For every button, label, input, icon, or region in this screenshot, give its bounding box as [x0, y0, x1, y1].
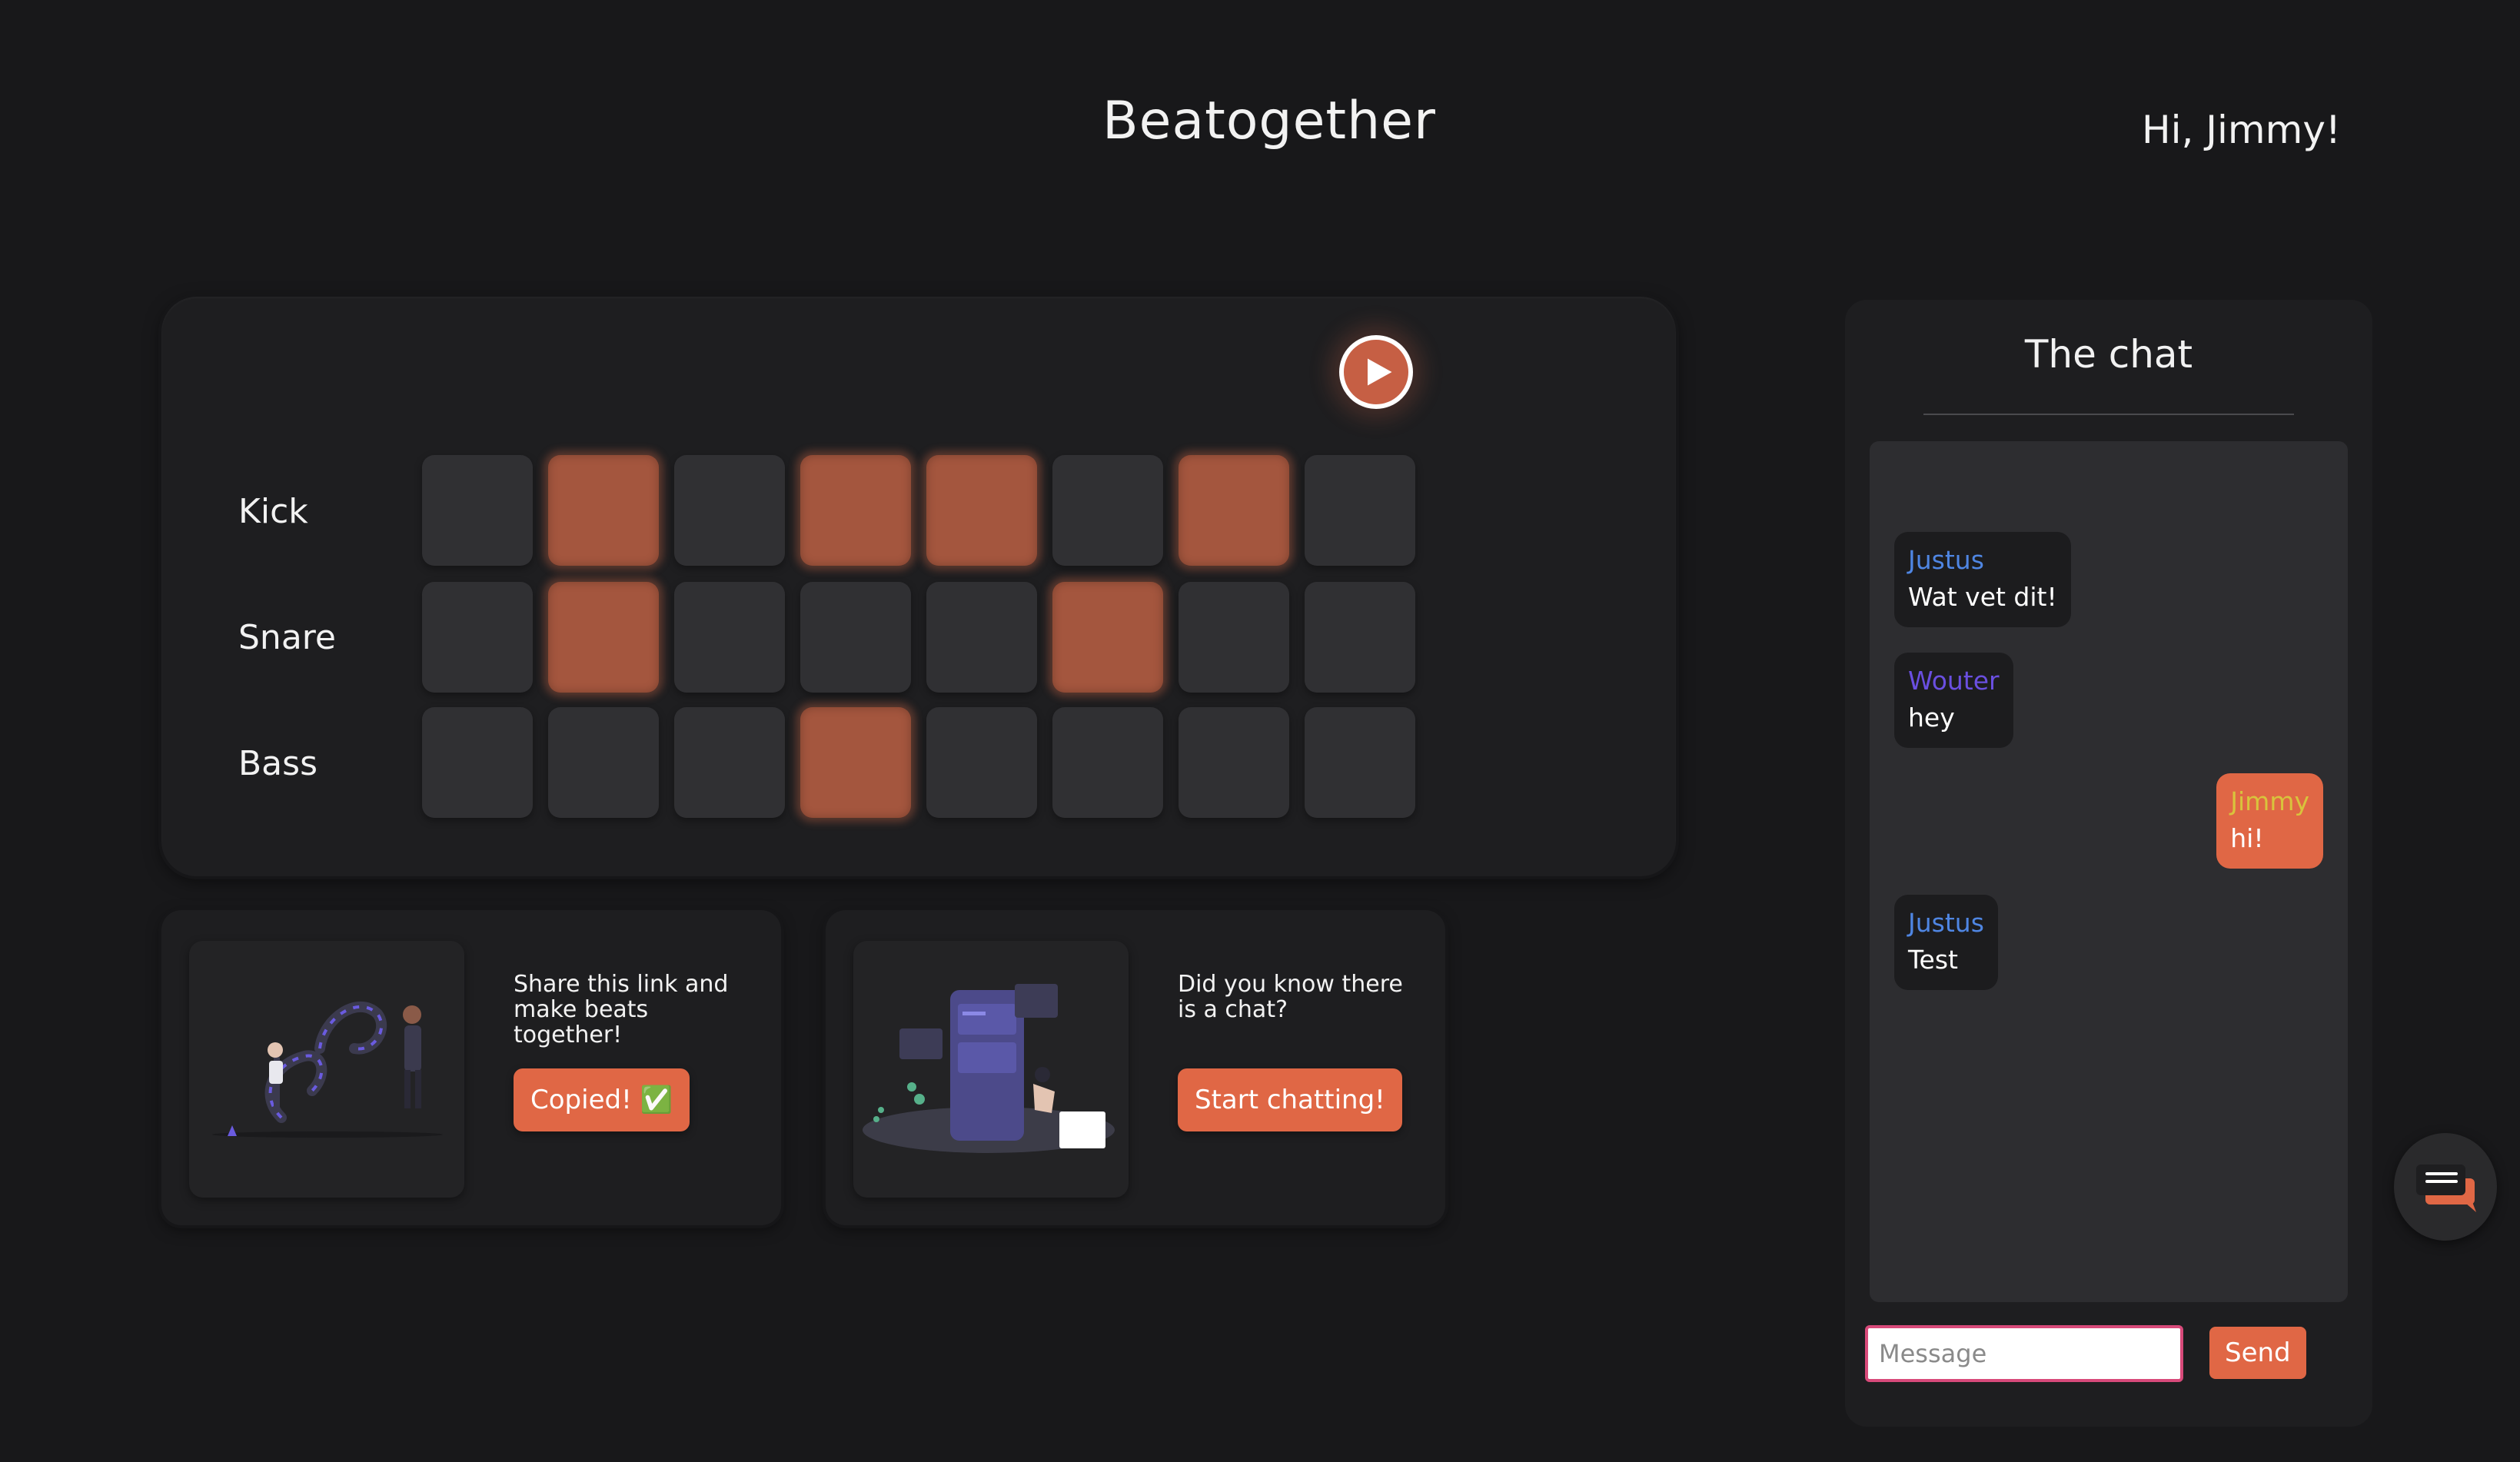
step-pad-snare-2[interactable]	[548, 582, 659, 693]
chat-message: Jimmy hi!	[2216, 773, 2323, 869]
chat-bubble-icon	[2416, 1165, 2476, 1212]
chat-message: Justus Wat vet dit!	[1894, 532, 2071, 627]
message-text: hey	[1908, 703, 1955, 733]
step-pad-snare-5[interactable]	[926, 582, 1037, 693]
row-label-bass: Bass	[238, 744, 317, 783]
user-greeting: Hi, Jimmy!	[2142, 108, 2341, 152]
step-pad-bass-2[interactable]	[548, 707, 659, 818]
copy-link-button[interactable]: Copied! ✅	[514, 1068, 690, 1131]
step-pad-bass-4[interactable]	[800, 707, 911, 818]
step-pad-bass-3[interactable]	[674, 707, 785, 818]
message-author: Justus	[1908, 908, 1984, 938]
step-pad-kick-3[interactable]	[674, 455, 785, 566]
share-card: Share this link and make beats together!…	[161, 910, 781, 1225]
chat-info-card: Did you know there is a chat? Start chat…	[826, 910, 1445, 1225]
step-pad-kick-6[interactable]	[1052, 455, 1163, 566]
step-pad-snare-1[interactable]	[422, 582, 533, 693]
step-pad-snare-3[interactable]	[674, 582, 785, 693]
message-input[interactable]	[1865, 1325, 2183, 1382]
step-pad-kick-7[interactable]	[1179, 455, 1289, 566]
chat-toggle-button[interactable]	[2394, 1133, 2497, 1241]
chat-message: Wouter hey	[1894, 653, 2013, 748]
step-pad-snare-8[interactable]	[1305, 582, 1415, 693]
step-pad-snare-6[interactable]	[1052, 582, 1163, 693]
message-author: Wouter	[1908, 666, 2000, 696]
step-pad-bass-8[interactable]	[1305, 707, 1415, 818]
step-pad-bass-1[interactable]	[422, 707, 533, 818]
sequencer-panel	[161, 297, 1676, 876]
share-card-text: Share this link and make beats together!	[514, 971, 729, 1048]
step-pad-kick-4[interactable]	[800, 455, 911, 566]
start-chatting-button[interactable]: Start chatting!	[1178, 1068, 1402, 1131]
chat-panel: The chat Justus Wat vet dit! Wouter hey Jimm…	[1845, 300, 2372, 1427]
message-text: Test	[1908, 945, 1958, 975]
step-pad-bass-5[interactable]	[926, 707, 1037, 818]
chat-message: Justus Test	[1894, 895, 1998, 990]
play-icon	[1368, 358, 1392, 386]
row-label-snare: Snare	[238, 618, 336, 657]
step-pad-snare-4[interactable]	[800, 582, 911, 693]
message-text: Wat vet dit!	[1908, 582, 2057, 612]
app-title: Beatogether	[1102, 91, 1436, 151]
chat-title: The chat	[2024, 332, 2193, 377]
step-pad-bass-7[interactable]	[1179, 707, 1289, 818]
step-pad-kick-8[interactable]	[1305, 455, 1415, 566]
message-author: Jimmy	[2230, 786, 2309, 816]
step-pad-bass-6[interactable]	[1052, 707, 1163, 818]
row-label-kick: Kick	[238, 492, 308, 531]
message-author: Justus	[1908, 545, 1984, 575]
step-pad-kick-2[interactable]	[548, 455, 659, 566]
message-text: hi!	[2230, 823, 2264, 853]
link-illustration	[189, 941, 464, 1198]
chat-phone-illustration	[853, 941, 1129, 1198]
step-pad-snare-7[interactable]	[1179, 582, 1289, 693]
step-pad-kick-1[interactable]	[422, 455, 533, 566]
play-button[interactable]	[1339, 335, 1413, 409]
send-button[interactable]: Send	[2209, 1327, 2306, 1379]
step-pad-kick-5[interactable]	[926, 455, 1037, 566]
chat-divider	[1923, 414, 2294, 415]
chat-message-list[interactable]: Justus Wat vet dit! Wouter hey Jimmy hi! Justu…	[1870, 441, 2348, 1302]
chat-info-text: Did you know there is a chat?	[1178, 971, 1403, 1023]
